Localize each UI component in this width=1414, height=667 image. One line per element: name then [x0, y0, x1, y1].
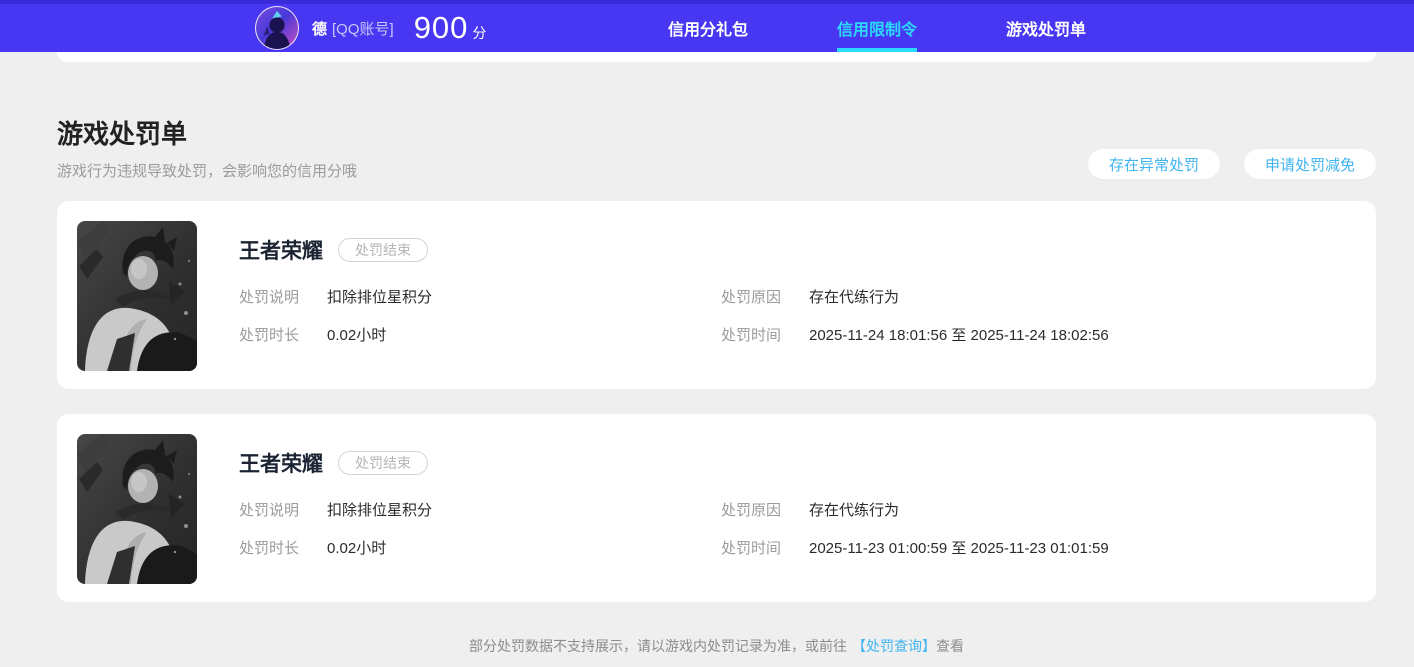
field-value: 扣除排位星积分	[327, 502, 433, 519]
account-summary: 德 [QQ账号] 900 分	[255, 4, 486, 52]
account-type-label: [QQ账号]	[332, 20, 394, 38]
penalty-card: 王者荣耀 处罚结束 处罚说明 扣除排位星积分 处罚原因 存在代练行为 处罚时长 …	[57, 414, 1376, 602]
section-header: 游戏处罚单 游戏行为违规导致处罚，会影响您的信用分哦 存在异常处罚 申请处罚减免	[57, 114, 1376, 181]
penalty-reason-field: 处罚原因 存在代练行为	[721, 286, 899, 307]
penalty-description-field: 处罚说明 扣除排位星积分	[239, 499, 721, 520]
penalty-details: 处罚说明 扣除排位星积分 处罚原因 存在代练行为 处罚时长 0.02小时 处罚时…	[239, 499, 1356, 558]
header-nav: 信用分礼包 信用限制令 游戏处罚单	[668, 4, 1086, 52]
penalty-title-row: 王者荣耀 处罚结束	[239, 448, 1356, 478]
penalty-description-field: 处罚说明 扣除排位星积分	[239, 286, 721, 307]
user-avatar[interactable]	[255, 6, 299, 50]
penalty-status-badge: 处罚结束	[338, 451, 428, 475]
credit-score-unit: 分	[472, 25, 487, 41]
field-label: 处罚时间	[721, 327, 782, 344]
field-label: 处罚原因	[721, 502, 782, 519]
section-title-block: 游戏处罚单 游戏行为违规导致处罚，会影响您的信用分哦	[57, 114, 357, 181]
footer-text: 部分处罚数据不支持展示，请以游戏内处罚记录为准，或前往	[469, 638, 847, 654]
penalty-duration-field: 处罚时长 0.02小时	[239, 537, 721, 558]
field-value: 2025-11-24 18:01:56 至 2025-11-24 18:02:5…	[809, 327, 1109, 344]
field-label: 处罚时长	[239, 540, 300, 557]
field-label: 处罚说明	[239, 289, 300, 306]
game-title: 王者荣耀	[239, 453, 323, 476]
game-cover-image	[77, 434, 197, 584]
apply-reduction-button[interactable]: 申请处罚减免	[1243, 149, 1376, 179]
detail-row: 处罚说明 扣除排位星积分 处罚原因 存在代练行为	[239, 499, 1356, 520]
penalty-query-link[interactable]: 【处罚查询】	[852, 638, 936, 654]
page-subtitle: 游戏行为违规导致处罚，会影响您的信用分哦	[57, 163, 358, 180]
footer-note: 部分处罚数据不支持展示，请以游戏内处罚记录为准，或前往 【处罚查询】查看	[57, 636, 1376, 656]
section-actions: 存在异常处罚 申请处罚减免	[1087, 149, 1376, 181]
field-label: 处罚时间	[721, 540, 782, 557]
penalty-time-field: 处罚时间 2025-11-24 18:01:56 至 2025-11-24 18…	[721, 324, 1109, 345]
tab-game-penalty[interactable]: 游戏处罚单	[1006, 4, 1086, 52]
tab-credit-gift[interactable]: 信用分礼包	[668, 4, 748, 52]
penalty-card: 王者荣耀 处罚结束 处罚说明 扣除排位星积分 处罚原因 存在代练行为 处罚时长 …	[57, 201, 1376, 389]
penalty-details: 处罚说明 扣除排位星积分 处罚原因 存在代练行为 处罚时长 0.02小时 处罚时…	[239, 286, 1356, 345]
field-value: 扣除排位星积分	[327, 289, 433, 306]
main-content: 游戏处罚单 游戏行为违规导致处罚，会影响您的信用分哦 存在异常处罚 申请处罚减免…	[57, 114, 1376, 656]
penalty-card-body: 王者荣耀 处罚结束 处罚说明 扣除排位星积分 处罚原因 存在代练行为 处罚时长 …	[239, 221, 1356, 369]
penalty-time-field: 处罚时间 2025-11-23 01:00:59 至 2025-11-23 01…	[721, 537, 1109, 558]
app-header: 德 [QQ账号] 900 分 信用分礼包 信用限制令 游戏处罚单	[0, 0, 1414, 52]
penalty-title-row: 王者荣耀 处罚结束	[239, 235, 1356, 265]
field-label: 处罚说明	[239, 502, 300, 519]
page-title: 游戏处罚单	[57, 119, 188, 149]
previous-card-bottom-edge	[57, 52, 1376, 62]
user-nickname: 德	[312, 20, 328, 38]
game-title: 王者荣耀	[239, 240, 323, 263]
detail-row: 处罚时长 0.02小时 处罚时间 2025-11-23 01:00:59 至 2…	[239, 537, 1356, 558]
abnormal-penalty-button[interactable]: 存在异常处罚	[1087, 149, 1220, 179]
game-cover-image	[77, 221, 197, 371]
tab-credit-restriction[interactable]: 信用限制令	[837, 4, 918, 52]
credit-score-value: 900	[413, 10, 469, 45]
penalty-reason-field: 处罚原因 存在代练行为	[721, 499, 899, 520]
penalty-duration-field: 处罚时长 0.02小时	[239, 324, 721, 345]
field-value: 存在代练行为	[809, 289, 900, 306]
detail-row: 处罚时长 0.02小时 处罚时间 2025-11-24 18:01:56 至 2…	[239, 324, 1356, 345]
field-value: 0.02小时	[327, 540, 387, 557]
penalty-card-body: 王者荣耀 处罚结束 处罚说明 扣除排位星积分 处罚原因 存在代练行为 处罚时长 …	[239, 434, 1356, 582]
field-label: 处罚原因	[721, 289, 782, 306]
field-value: 2025-11-23 01:00:59 至 2025-11-23 01:01:5…	[809, 540, 1109, 557]
detail-row: 处罚说明 扣除排位星积分 处罚原因 存在代练行为	[239, 286, 1356, 307]
footer-suffix: 查看	[936, 638, 964, 654]
field-label: 处罚时长	[239, 327, 300, 344]
field-value: 存在代练行为	[809, 502, 900, 519]
field-value: 0.02小时	[327, 327, 387, 344]
penalty-status-badge: 处罚结束	[338, 238, 428, 262]
